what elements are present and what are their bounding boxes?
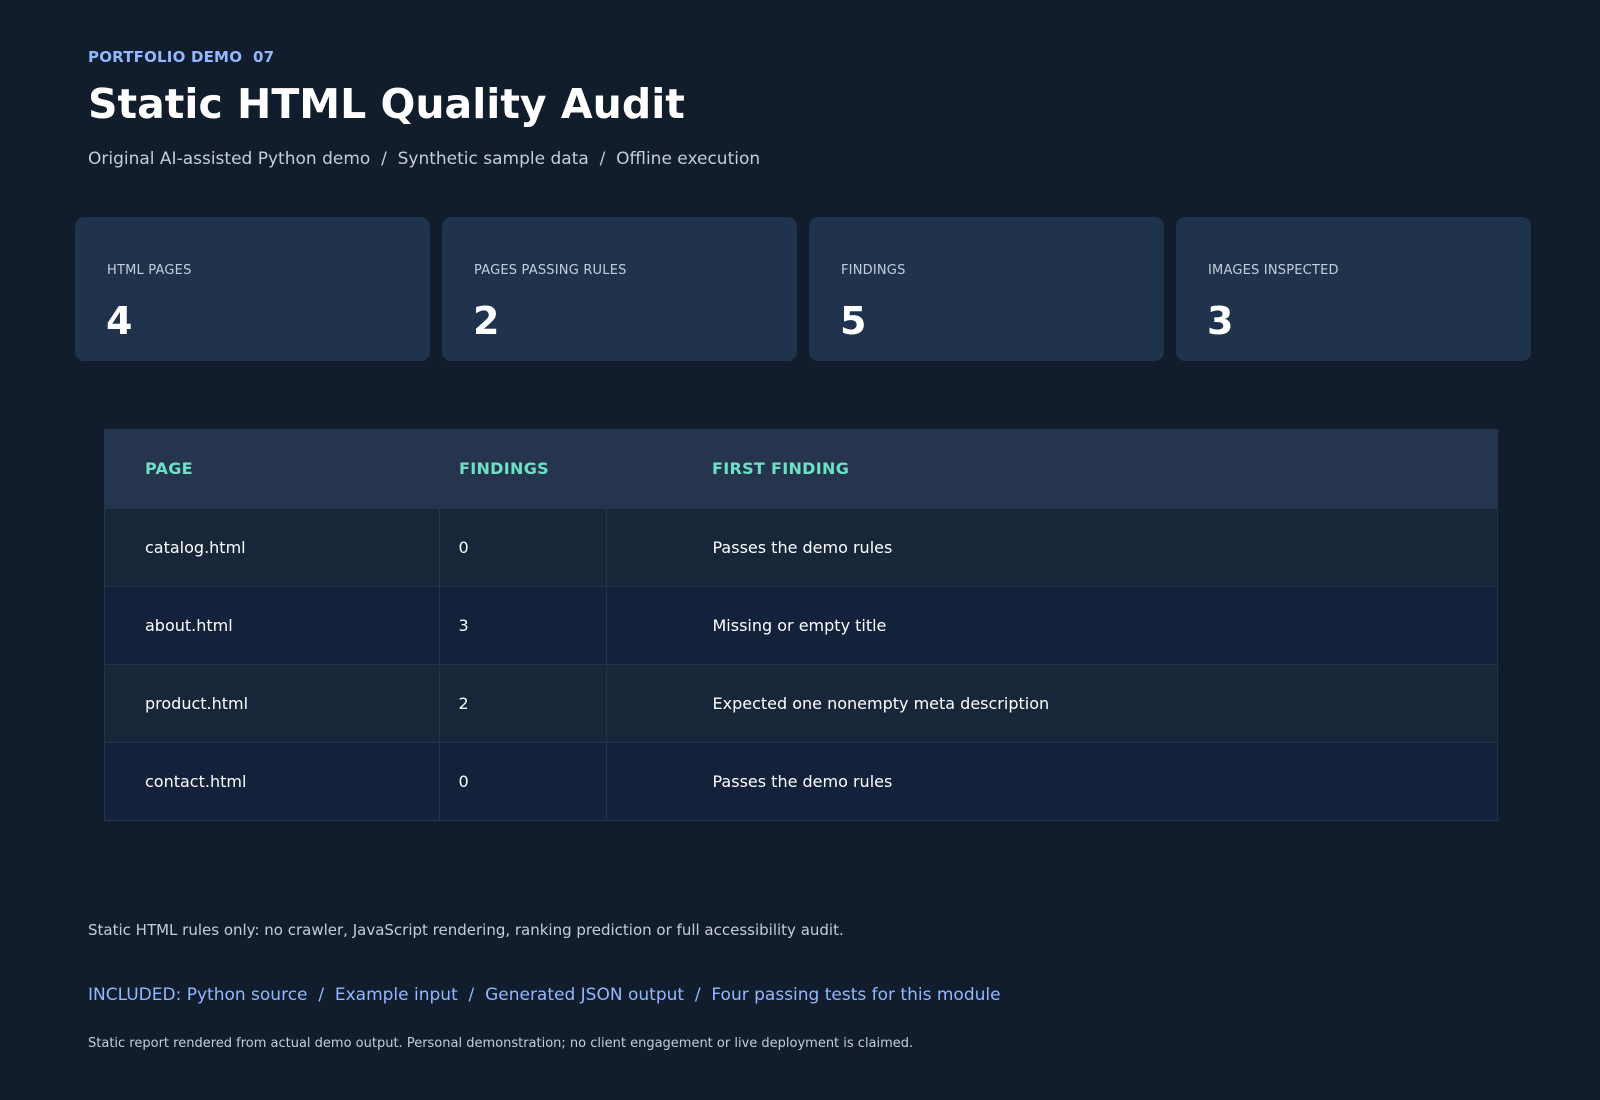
table-row: catalog.html 0 Passes the demo rules <box>105 507 1497 586</box>
cell-findings: 0 <box>439 507 607 586</box>
stat-label: PAGES PASSING RULES <box>474 263 627 278</box>
stat-card-html-pages: HTML PAGES 4 <box>75 217 430 361</box>
table-row: contact.html 0 Passes the demo rules <box>105 741 1497 820</box>
findings-table-grid: PAGE FINDINGS FIRST FINDING catalog.html… <box>105 430 1497 820</box>
cell-findings: 0 <box>439 741 607 820</box>
cell-findings: 3 <box>439 585 607 664</box>
cell-page: product.html <box>105 663 440 742</box>
disclaimer-text: Static report rendered from actual demo … <box>88 1036 914 1051</box>
column-header-findings: FINDINGS <box>459 459 549 479</box>
stat-card-findings: FINDINGS 5 <box>809 217 1164 361</box>
stat-card-pages-passing: PAGES PASSING RULES 2 <box>442 217 797 361</box>
stat-value: 5 <box>840 299 867 343</box>
stat-value: 3 <box>1207 299 1234 343</box>
page-title: Static HTML Quality Audit <box>88 80 685 128</box>
stat-cards: HTML PAGES 4 PAGES PASSING RULES 2 FINDI… <box>75 217 1531 361</box>
cell-page: contact.html <box>105 741 440 820</box>
column-header-page: PAGE <box>145 459 193 479</box>
table-header-row: PAGE FINDINGS FIRST FINDING <box>105 430 1497 508</box>
stat-value: 2 <box>473 299 500 343</box>
page-subtitle: Original AI-assisted Python demo / Synth… <box>88 149 761 169</box>
eyebrow-label: PORTFOLIO DEMO 07 <box>88 48 275 66</box>
stat-label: HTML PAGES <box>107 263 192 278</box>
stat-label: FINDINGS <box>841 263 906 278</box>
cell-findings: 2 <box>439 663 607 742</box>
stat-card-images-inspected: IMAGES INSPECTED 3 <box>1176 217 1531 361</box>
column-header-first-finding: FIRST FINDING <box>712 459 850 479</box>
cell-first-finding: Passes the demo rules <box>606 507 1497 586</box>
stat-value: 4 <box>106 299 133 343</box>
cell-page: about.html <box>105 585 440 664</box>
cell-first-finding: Passes the demo rules <box>606 741 1497 820</box>
table-row: product.html 2 Expected one nonempty met… <box>105 663 1497 742</box>
stat-label: IMAGES INSPECTED <box>1208 263 1339 278</box>
cell-first-finding: Missing or empty title <box>606 585 1497 664</box>
included-list: INCLUDED: Python source / Example input … <box>88 985 1001 1005</box>
cell-page: catalog.html <box>105 507 440 586</box>
cell-first-finding: Expected one nonempty meta description <box>606 663 1497 742</box>
table-row: about.html 3 Missing or empty title <box>105 585 1497 664</box>
scope-note: Static HTML rules only: no crawler, Java… <box>88 921 844 939</box>
findings-table: PAGE FINDINGS FIRST FINDING catalog.html… <box>104 429 1498 821</box>
